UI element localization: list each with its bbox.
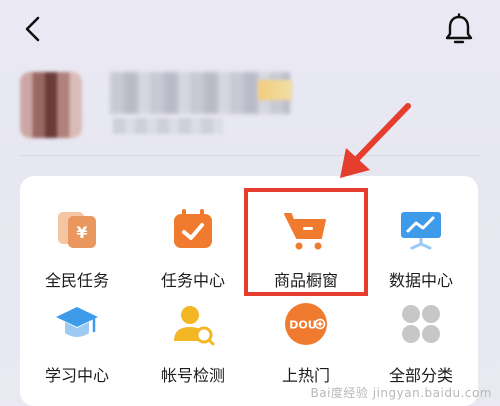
tool-account-check[interactable]: 帐号检测 — [138, 301, 248, 386]
tool-label: 帐号检测 — [160, 368, 225, 385]
tool-label: 全民任务 — [44, 273, 109, 290]
tool-data-center[interactable]: 数据中心 — [366, 206, 476, 291]
tool-label: 学习中心 — [44, 368, 109, 385]
presentation-chart-icon — [401, 212, 441, 250]
tool-label: 任务中心 — [160, 273, 225, 290]
avatar[interactable] — [20, 72, 82, 138]
tool-go-popular[interactable]: DOU 上热门 — [251, 301, 361, 386]
blurred-subtitle — [113, 118, 223, 134]
svg-text:DOU: DOU — [289, 319, 316, 332]
bell-icon[interactable] — [442, 12, 476, 46]
tool-label: 上热门 — [281, 368, 330, 385]
grid-dots-icon — [402, 305, 440, 343]
tool-learning-center[interactable]: 学习中心 — [22, 301, 132, 386]
watermark: Bai度经验 jingyan.baidu.com — [311, 384, 493, 401]
graduation-cap-icon — [56, 307, 98, 337]
watermark-text: jingyan.baidu.com — [372, 386, 492, 400]
back-arrow-icon[interactable] — [18, 14, 48, 44]
tool-task-center[interactable]: 任务中心 — [138, 206, 248, 291]
watermark-prefix: Bai度经验 — [310, 386, 369, 400]
annotation-highlight-box — [244, 188, 368, 296]
dou-plus-icon: DOU — [285, 303, 327, 345]
user-search-icon — [174, 306, 215, 346]
blurred-badge — [258, 80, 292, 100]
tool-all-people-tasks[interactable]: ¥ 全民任务 — [22, 206, 132, 291]
annotation-arrow-icon — [340, 103, 411, 178]
tool-label: 数据中心 — [388, 273, 453, 290]
svg-text:¥: ¥ — [76, 223, 87, 242]
calendar-check-icon — [174, 209, 212, 248]
tool-all-categories[interactable]: 全部分类 — [366, 301, 476, 386]
tool-label: 全部分类 — [388, 368, 453, 385]
coin-cards-icon: ¥ — [58, 212, 96, 248]
